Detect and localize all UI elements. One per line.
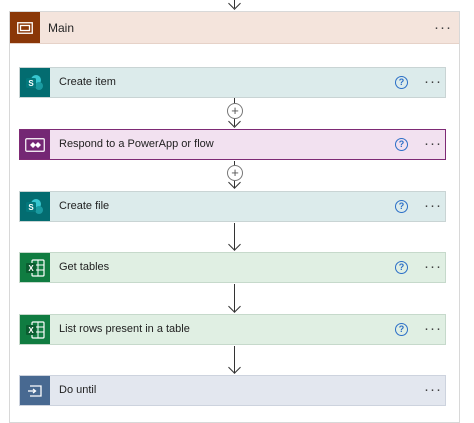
- action-card-create-item[interactable]: S Create item ? ···: [19, 67, 446, 98]
- excel-letter: X: [28, 264, 34, 273]
- action-card-list-rows[interactable]: X List rows present in a table ? ···: [19, 314, 446, 345]
- scope-icon: [10, 12, 40, 43]
- sharepoint-icon: S: [20, 192, 50, 221]
- sharepoint-letter: S: [28, 79, 34, 88]
- excel-icon: X: [20, 253, 50, 282]
- flow-designer-canvas: Main ··· S Create item ? ··· + Respond t…: [0, 0, 474, 423]
- powerapps-icon: [20, 130, 50, 159]
- action-card-respond-powerapp[interactable]: Respond to a PowerApp or flow ? ···: [19, 129, 446, 160]
- incoming-arrow-icon: [228, 0, 241, 10]
- action-label: Get tables: [59, 261, 110, 273]
- excel-icon: X: [20, 315, 50, 344]
- scope-menu-button[interactable]: ···: [434, 20, 452, 35]
- action-label: Respond to a PowerApp or flow: [59, 138, 214, 150]
- help-icon[interactable]: ?: [395, 323, 408, 336]
- action-label: List rows present in a table: [59, 323, 190, 335]
- help-icon[interactable]: ?: [395, 200, 408, 213]
- action-card-do-until[interactable]: Do until ···: [19, 375, 446, 406]
- scope-header[interactable]: Main ···: [10, 12, 459, 44]
- action-menu-button[interactable]: ···: [424, 321, 442, 336]
- scope-title: Main: [48, 21, 75, 35]
- action-label: Create item: [59, 76, 116, 88]
- help-icon[interactable]: ?: [395, 261, 408, 274]
- action-menu-button[interactable]: ···: [424, 74, 442, 89]
- action-menu-button[interactable]: ···: [424, 198, 442, 213]
- loop-icon: [20, 376, 50, 405]
- help-icon[interactable]: ?: [395, 138, 408, 151]
- action-card-create-file[interactable]: S Create file ? ···: [19, 191, 446, 222]
- action-menu-button[interactable]: ···: [424, 259, 442, 274]
- action-label: Create file: [59, 200, 110, 212]
- sharepoint-icon: S: [20, 68, 50, 97]
- action-label: Do until: [59, 384, 97, 396]
- sharepoint-letter: S: [28, 203, 34, 212]
- action-menu-button[interactable]: ···: [424, 136, 442, 151]
- action-card-get-tables[interactable]: X Get tables ? ···: [19, 252, 446, 283]
- excel-letter: X: [28, 326, 34, 335]
- scope-frame-icon: [17, 21, 33, 34]
- help-icon[interactable]: ?: [395, 76, 408, 89]
- action-menu-button[interactable]: ···: [424, 382, 442, 397]
